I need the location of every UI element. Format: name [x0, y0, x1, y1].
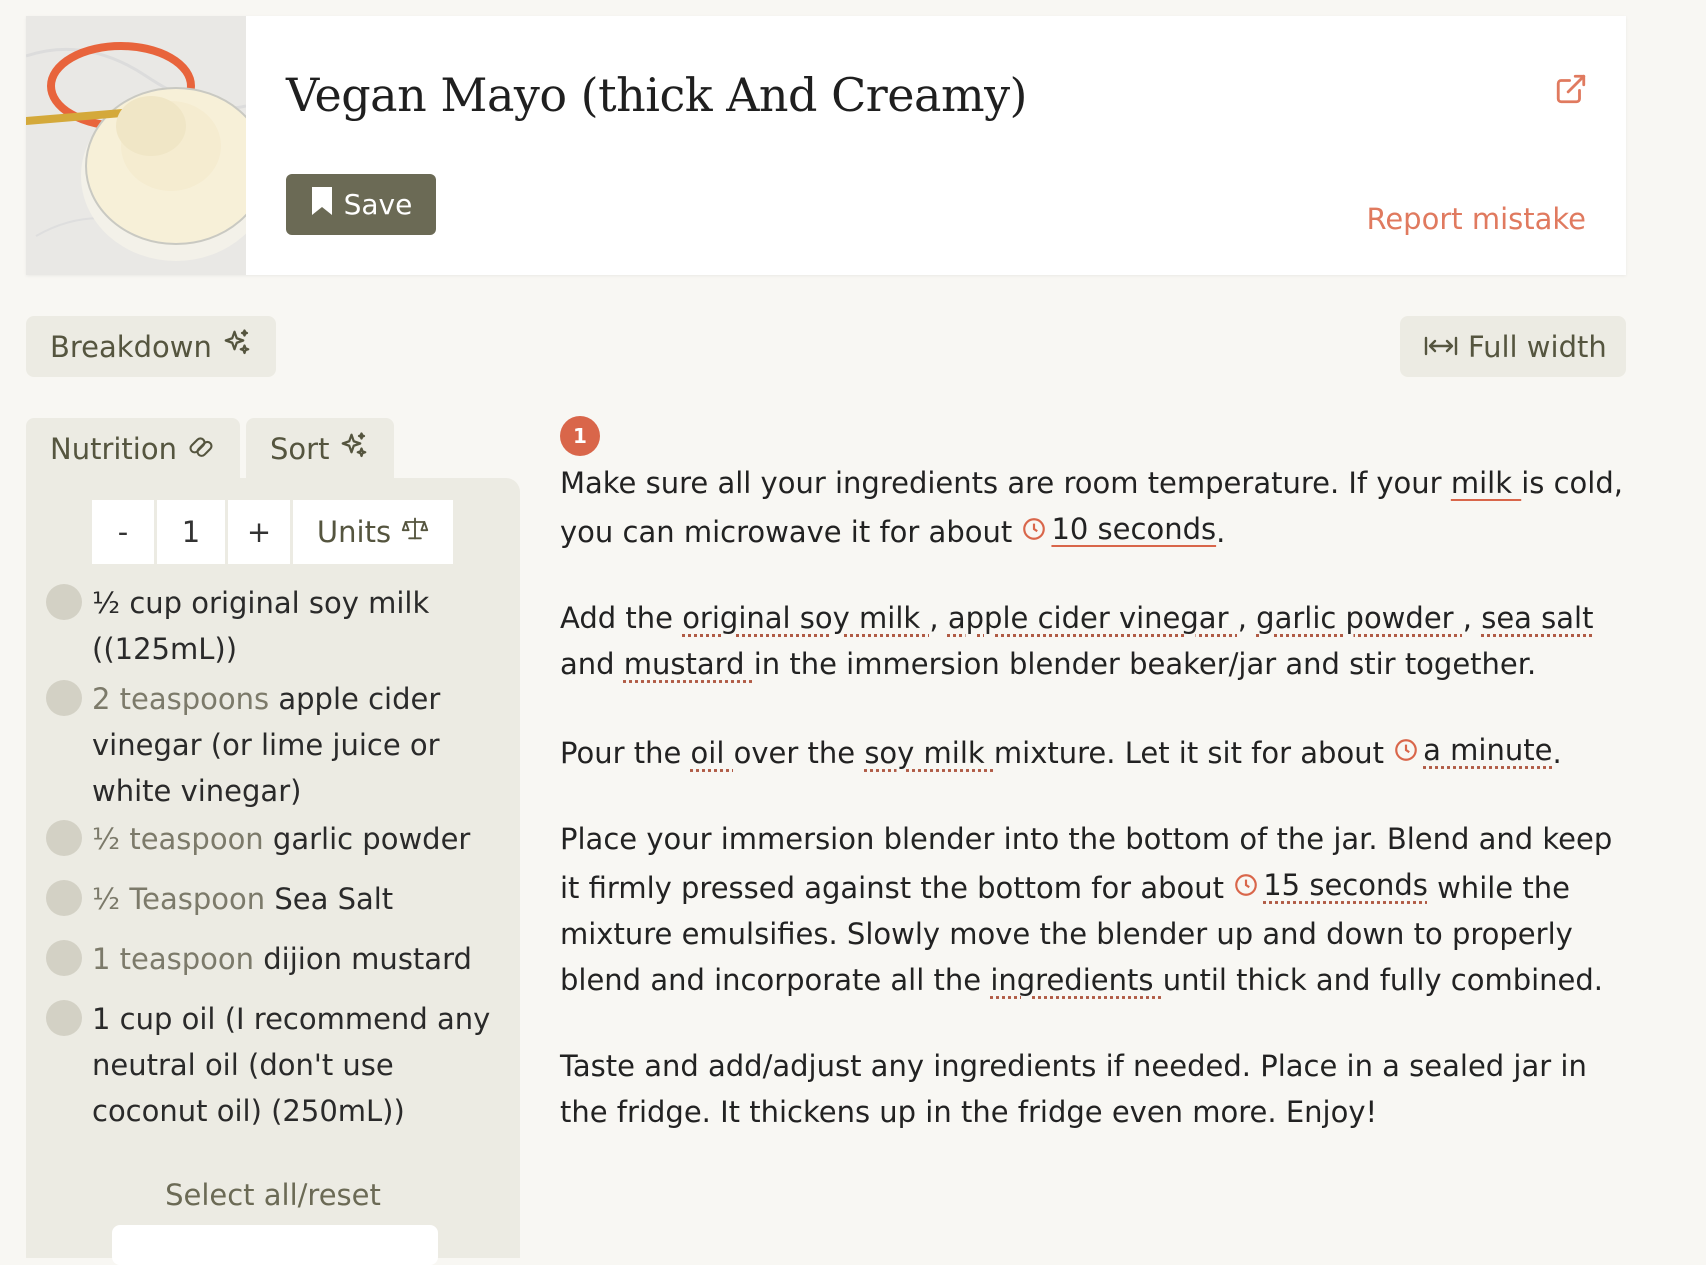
- tab-sort-label: Sort: [270, 432, 330, 466]
- ingredient-item: 1 cup oil (I recommend any neutral oil (…: [46, 996, 516, 1134]
- ingredient-link[interactable]: original soy milk: [682, 601, 929, 635]
- timer-link[interactable]: 15 seconds: [1233, 862, 1428, 908]
- servings-stepper: - 1 + Units: [92, 500, 453, 564]
- ingredient-item: ½ teaspoon garlic powder: [46, 816, 516, 862]
- ingredient-name: garlic powder: [272, 822, 471, 856]
- ingredient-link[interactable]: apple cider vinegar: [948, 601, 1238, 635]
- ingredient-link[interactable]: sea salt: [1481, 601, 1593, 635]
- timer-link[interactable]: 10 seconds: [1021, 506, 1216, 552]
- units-label: Units: [316, 515, 392, 549]
- bookmark-icon: [310, 185, 334, 224]
- ingredient-quantity: 1 teaspoon: [92, 942, 255, 976]
- recipe-title: Vegan Mayo (thick And Creamy): [286, 68, 1028, 122]
- decrease-servings-button[interactable]: -: [92, 500, 154, 564]
- timer-label: 15 seconds: [1263, 868, 1428, 902]
- save-button[interactable]: Save: [286, 174, 436, 235]
- ingredient-name: ½ cup original soy milk ((125mL)): [92, 586, 430, 666]
- step-text: .: [1552, 736, 1562, 770]
- servings-value[interactable]: 1: [157, 500, 225, 564]
- tab-sort[interactable]: Sort: [246, 418, 394, 480]
- step-text: until thick and fully combined.: [1162, 963, 1604, 997]
- scale-icon: [401, 515, 429, 550]
- ingredients-panel: - 1 + Units ½ cup original soy milk ((12…: [26, 478, 520, 1265]
- step-text: Add the: [560, 601, 683, 635]
- step-paragraph: Make sure all your ingredients are room …: [560, 460, 1640, 555]
- ingredient-link[interactable]: soy milk: [864, 736, 994, 770]
- sparkle-icon: [339, 431, 369, 468]
- step-text: in the immersion blender beaker/jar and …: [753, 647, 1537, 681]
- ingredient-item: ½ cup original soy milk ((125mL)): [46, 580, 516, 672]
- ingredient-quantity: ½ teaspoon: [92, 822, 264, 856]
- breakdown-button[interactable]: Breakdown: [26, 316, 276, 377]
- ingredient-name: 1 cup oil (I recommend any neutral oil (…: [92, 1002, 491, 1128]
- full-width-label: Full width: [1468, 329, 1607, 364]
- ingredient-quantity: 2 teaspoons: [92, 682, 270, 716]
- step-paragraph: Pour the oil over the soy milk mixture. …: [560, 727, 1640, 776]
- timer-label: a minute: [1423, 733, 1553, 767]
- tab-nutrition[interactable]: Nutrition: [26, 418, 240, 480]
- external-link-icon[interactable]: [1554, 72, 1588, 106]
- sparkle-icon: [222, 328, 252, 365]
- ingredient-checkbox[interactable]: [46, 1000, 82, 1036]
- ingredient-name: dijion mustard: [263, 942, 472, 976]
- ingredient-checkbox[interactable]: [46, 680, 82, 716]
- clock-icon: [1023, 518, 1046, 540]
- step-text: Pour the: [560, 736, 691, 770]
- step-text: ,: [1237, 601, 1257, 635]
- ingredient-checkbox[interactable]: [46, 940, 82, 976]
- ingredient-link[interactable]: oil: [691, 736, 734, 770]
- clock-icon: [1395, 739, 1418, 761]
- timer-link[interactable]: a minute: [1393, 727, 1552, 773]
- panel-bottom-field[interactable]: [112, 1225, 438, 1265]
- recipe-header-card: Vegan Mayo (thick And Creamy) Save Repor…: [26, 16, 1626, 275]
- ingredient-item: ½ Teaspoon Sea Salt: [46, 876, 516, 922]
- instructions: 1 Make sure all your ingredients are roo…: [560, 416, 1640, 1175]
- ingredient-checkbox[interactable]: [46, 880, 82, 916]
- step-text: and: [560, 647, 624, 681]
- ingredient-link[interactable]: milk: [1451, 466, 1521, 500]
- step-text: ,: [1462, 601, 1482, 635]
- ingredient-link[interactable]: garlic powder: [1256, 601, 1463, 635]
- pill-icon: [187, 432, 215, 467]
- recipe-thumbnail-image: [26, 16, 246, 275]
- ingredient-checkbox[interactable]: [46, 820, 82, 856]
- ingredient-item: 1 teaspoon dijion mustard: [46, 936, 516, 982]
- clock-icon: [1235, 874, 1258, 896]
- step-paragraph: Place your immersion blender into the bo…: [560, 816, 1640, 1003]
- full-width-button[interactable]: Full width: [1400, 316, 1626, 377]
- step-text: mixture. Let it sit for about: [993, 736, 1394, 770]
- tab-nutrition-label: Nutrition: [50, 432, 177, 466]
- ingredient-checkbox[interactable]: [46, 584, 82, 620]
- ingredient-name: Sea Salt: [274, 882, 394, 916]
- save-button-label: Save: [343, 188, 413, 221]
- ingredient-link[interactable]: ingredients: [990, 963, 1162, 997]
- report-mistake-link[interactable]: Report mistake: [1366, 202, 1586, 236]
- step-text: over the: [733, 736, 865, 770]
- ingredient-link[interactable]: mustard: [624, 647, 754, 681]
- step-text: Taste and add/adjust any ingredients if …: [560, 1049, 1587, 1129]
- increase-servings-button[interactable]: +: [228, 500, 290, 564]
- step-number-badge: 1: [560, 416, 600, 456]
- timer-label: 10 seconds: [1051, 512, 1217, 546]
- units-button[interactable]: Units: [293, 500, 453, 564]
- step-paragraph: Taste and add/adjust any ingredients if …: [560, 1043, 1640, 1135]
- step-text: .: [1216, 515, 1226, 549]
- breakdown-label: Breakdown: [50, 329, 212, 364]
- ingredient-quantity: ½ Teaspoon: [92, 882, 266, 916]
- expand-horizontal-icon: [1424, 330, 1458, 364]
- ingredient-item: 2 teaspoons apple cider vinegar (or lime…: [46, 676, 516, 814]
- step-paragraph: Add the original soy milk , apple cider …: [560, 595, 1640, 687]
- step-text: Make sure all your ingredients are room …: [560, 466, 1451, 500]
- select-all-reset-button[interactable]: Select all/reset: [26, 1178, 520, 1212]
- step-text: ,: [929, 601, 948, 635]
